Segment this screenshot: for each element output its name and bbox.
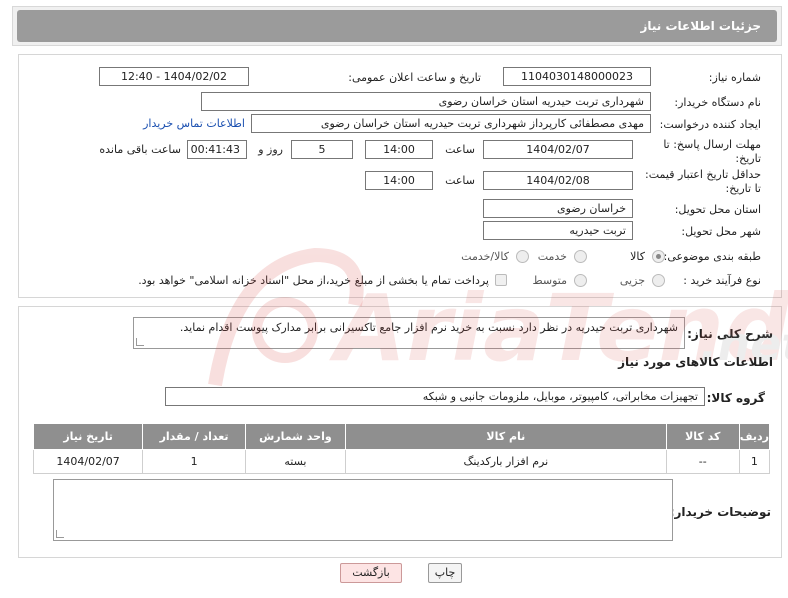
buyer-org-field[interactable]: شهرداری تربت حیدریه استان خراسان رضوی: [201, 92, 651, 111]
creator-field[interactable]: مهدی مصطفائی کارپرداز شهرداری تربت حیدری…: [251, 114, 651, 133]
col-name: نام کالا: [344, 423, 667, 450]
category-label: طبقه بندی موضوعی:: [663, 250, 761, 263]
print-button[interactable]: چاپ: [428, 563, 462, 583]
goods-group-field[interactable]: تجهیزات مخابراتی، کامپیوتر، موبایل، ملزو…: [165, 387, 705, 406]
process-medium-label: متوسط: [532, 274, 567, 287]
need-number-field[interactable]: 1104030148000023: [503, 67, 651, 86]
category-goods-service-label: کالا/خدمت: [461, 250, 509, 263]
category-service-label: خدمت: [537, 250, 567, 263]
process-label: نوع فرآیند خرید :: [683, 274, 761, 287]
creator-label: ایجاد کننده درخواست:: [659, 118, 761, 131]
price-validity-date-field[interactable]: 1404/02/08: [483, 171, 633, 190]
goods-table-header: ردیف کد کالا نام کالا واحد شمارش تعداد /…: [32, 423, 771, 450]
remaining-time-field[interactable]: 00:41:43: [187, 140, 247, 159]
description-text: شهرداری تربت حیدریه در نظر دارد نسبت به …: [179, 321, 678, 334]
category-goods-radio[interactable]: [652, 250, 665, 263]
goods-table: ردیف کد کالا نام کالا واحد شمارش تعداد /…: [32, 423, 771, 474]
cell-date: 1404/02/07: [32, 449, 144, 474]
buyer-contact-link[interactable]: اطلاعات تماس خریدار: [143, 117, 245, 130]
city-field[interactable]: تربت حیدریه: [483, 221, 633, 240]
price-validity-time-label: ساعت: [445, 174, 475, 187]
deadline-date-field[interactable]: 1404/02/07: [483, 140, 633, 159]
cell-code: --: [665, 449, 740, 474]
days-field[interactable]: 5: [291, 140, 353, 159]
col-quantity: تعداد / مقدار: [142, 423, 246, 450]
buyer-notes-label: توضیحات خریدار:: [669, 505, 771, 519]
description-label: شرح کلی نیاز:: [687, 327, 773, 341]
col-row: ردیف: [738, 423, 771, 450]
details-panel: شرح کلی نیاز: شهرداری تربت حیدریه در نظر…: [18, 306, 782, 558]
city-label: شهر محل تحویل:: [681, 225, 761, 238]
need-number-label: شماره نیاز:: [708, 71, 761, 84]
category-service-radio[interactable]: [574, 250, 587, 263]
category-goods-service-radio[interactable]: [516, 250, 529, 263]
process-partial-label: جزیی: [619, 274, 645, 287]
province-field[interactable]: خراسان رضوی: [483, 199, 633, 218]
cell-name: نرم افزار بارکدینگ: [344, 449, 667, 474]
col-code: کد کالا: [665, 423, 740, 450]
cell-quantity: 1: [142, 449, 246, 474]
deadline-time-label: ساعت: [445, 143, 475, 156]
cell-row: 1: [738, 449, 771, 474]
col-unit: واحد شمارش: [244, 423, 346, 450]
deadline-label: مهلت ارسال پاسخ: تا تاریخ:: [663, 138, 761, 165]
treasury-payment-checkbox[interactable]: [495, 274, 507, 286]
resize-handle-icon[interactable]: [136, 338, 144, 346]
days-label: روز و: [258, 143, 283, 156]
need-info-panel: شماره نیاز: 1104030148000023 تاریخ و ساع…: [18, 54, 782, 298]
col-date: تاریخ نیاز: [32, 423, 144, 450]
remaining-label: ساعت باقی مانده: [99, 143, 181, 156]
process-partial-radio[interactable]: [652, 274, 665, 287]
announce-label: تاریخ و ساعت اعلان عمومی:: [348, 71, 481, 84]
resize-handle-icon[interactable]: [56, 530, 64, 538]
buyer-notes-textarea[interactable]: [53, 479, 673, 541]
price-validity-label: حداقل تاریخ اعتبار قیمت: تا تاریخ:: [645, 168, 761, 195]
header-container: جزئیات اطلاعات نیاز: [12, 6, 782, 46]
goods-group-label: گروه کالا:: [706, 391, 765, 405]
process-medium-radio[interactable]: [574, 274, 587, 287]
cell-unit: بسته: [244, 449, 346, 474]
province-label: استان محل تحویل:: [674, 203, 761, 216]
page-title: جزئیات اطلاعات نیاز: [17, 10, 777, 42]
goods-section-title: اطلاعات کالاهای مورد نیاز: [618, 355, 773, 369]
back-button[interactable]: بازگشت: [340, 563, 402, 583]
table-row[interactable]: 1 -- نرم افزار بارکدینگ بسته 1 1404/02/0…: [32, 449, 771, 474]
price-validity-time-field[interactable]: 14:00: [365, 171, 433, 190]
announce-field[interactable]: 1404/02/02 - 12:40: [99, 67, 249, 86]
buyer-org-label: نام دستگاه خریدار:: [674, 96, 761, 109]
description-textarea[interactable]: شهرداری تربت حیدریه در نظر دارد نسبت به …: [133, 317, 685, 349]
deadline-time-field[interactable]: 14:00: [365, 140, 433, 159]
payment-note: پرداخت تمام یا بخشی از مبلغ خرید،از محل …: [138, 274, 489, 287]
category-goods-label: کالا: [630, 250, 645, 263]
